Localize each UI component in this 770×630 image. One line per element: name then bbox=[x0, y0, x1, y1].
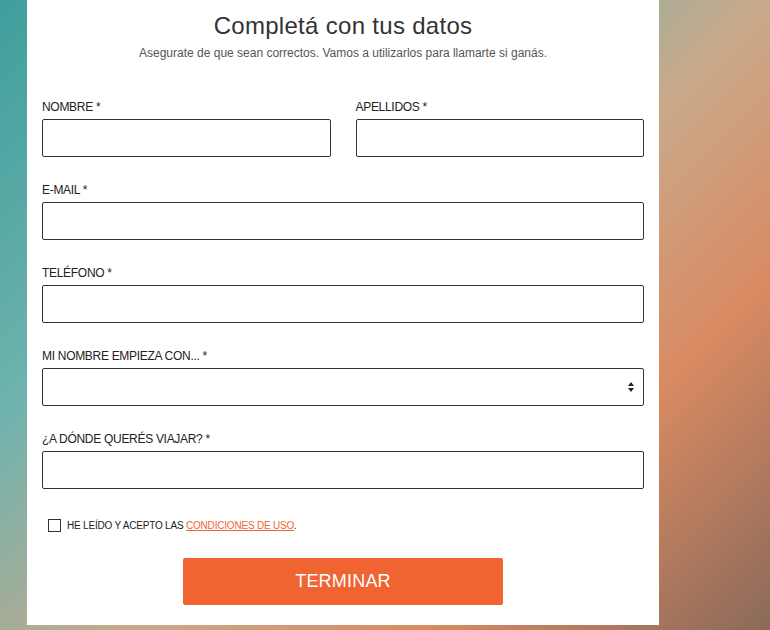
text-input[interactable] bbox=[42, 119, 331, 157]
terms-row: HE LEÍDO Y ACEPTO LAS CONDICIONES DE USO… bbox=[42, 519, 644, 532]
field-row: MI NOMBRE EMPIEZA CON... * bbox=[42, 349, 644, 406]
form-field: TELÉFONO * bbox=[42, 266, 644, 323]
text-input[interactable] bbox=[42, 451, 644, 489]
field-label: TELÉFONO * bbox=[42, 266, 644, 280]
field-label: MI NOMBRE EMPIEZA CON... * bbox=[42, 349, 644, 363]
terms-checkbox[interactable] bbox=[48, 519, 61, 532]
form-field: APELLIDOS * bbox=[356, 100, 645, 157]
field-row: TELÉFONO * bbox=[42, 266, 644, 323]
text-input[interactable] bbox=[42, 285, 644, 323]
field-label: NOMBRE * bbox=[42, 100, 331, 114]
field-row: E-MAIL * bbox=[42, 183, 644, 240]
text-input[interactable] bbox=[42, 202, 644, 240]
terms-link[interactable]: CONDICIONES DE USO bbox=[186, 520, 294, 531]
form-field: ¿A DÓNDE QUERÉS VIAJAR? * bbox=[42, 432, 644, 489]
page: Completá con tus datos Asegurate de que … bbox=[0, 0, 770, 630]
form-field: MI NOMBRE EMPIEZA CON... * bbox=[42, 349, 644, 406]
form-card: Completá con tus datos Asegurate de que … bbox=[27, 0, 659, 625]
field-label: ¿A DÓNDE QUERÉS VIAJAR? * bbox=[42, 432, 644, 446]
actions: TERMINAR bbox=[42, 558, 644, 605]
field-row: NOMBRE * APELLIDOS * bbox=[42, 100, 644, 157]
field-label: E-MAIL * bbox=[42, 183, 644, 197]
submit-button[interactable]: TERMINAR bbox=[183, 558, 503, 605]
select-arrows-icon bbox=[627, 381, 635, 393]
form-fields: NOMBRE * APELLIDOS * E-MAIL * TELÉFONO *… bbox=[42, 100, 644, 489]
form-field: E-MAIL * bbox=[42, 183, 644, 240]
form-field: NOMBRE * bbox=[42, 100, 331, 157]
text-input[interactable] bbox=[356, 119, 645, 157]
select-field[interactable] bbox=[42, 368, 644, 406]
field-label: APELLIDOS * bbox=[356, 100, 645, 114]
field-row: ¿A DÓNDE QUERÉS VIAJAR? * bbox=[42, 432, 644, 489]
terms-text: HE LEÍDO Y ACEPTO LAS CONDICIONES DE USO… bbox=[67, 520, 297, 531]
form-subtitle: Asegurate de que sean correctos. Vamos a… bbox=[42, 45, 644, 61]
form-title: Completá con tus datos bbox=[42, 10, 644, 42]
